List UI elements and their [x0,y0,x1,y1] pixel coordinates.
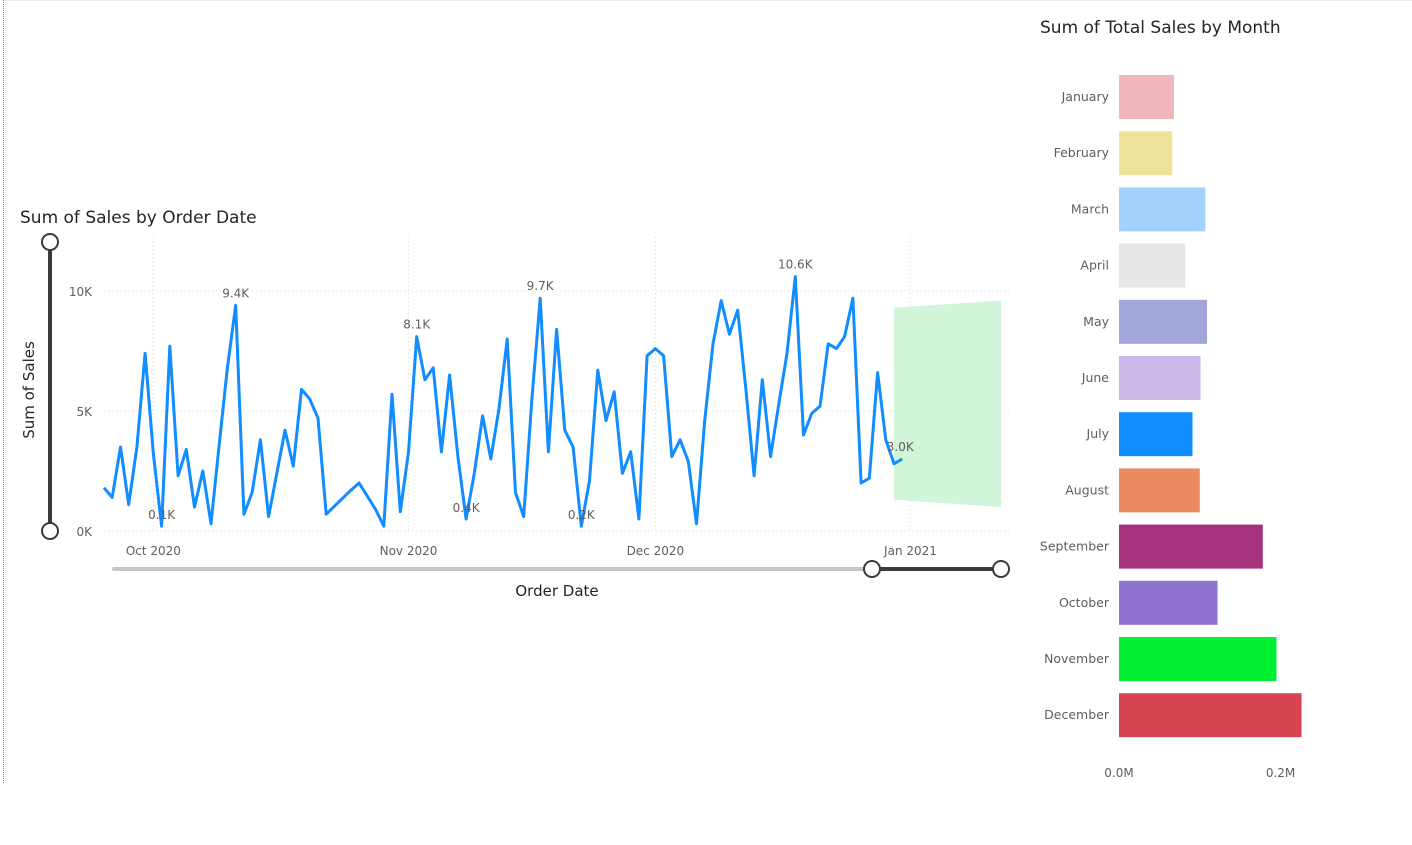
bar-row-august[interactable]: August [1065,468,1200,513]
bar-row-february[interactable]: February [1054,131,1173,176]
x-tick-label: Jan 2021 [883,544,937,558]
bar-category-label: October [1059,595,1110,610]
bar[interactable] [1119,356,1201,400]
data-label: 3.0K [887,440,915,454]
bar[interactable] [1119,187,1206,232]
bar-category-label: July [1086,426,1110,441]
bar-category-label: March [1071,201,1109,216]
bar[interactable] [1119,412,1193,457]
bar-row-november[interactable]: November [1044,637,1277,681]
data-label: 0.4K [453,501,481,515]
bar-row-june[interactable]: June [1081,356,1201,400]
bar[interactable] [1119,468,1200,513]
bar[interactable] [1119,75,1174,119]
bar-category-label: April [1080,258,1109,273]
data-label: 8.1K [403,318,431,332]
data-label: 0.1K [148,508,176,522]
bar-row-september[interactable]: September [1040,524,1263,569]
bar[interactable] [1119,580,1218,625]
x-tick-label: Dec 2020 [627,544,685,558]
bar[interactable] [1119,637,1277,681]
bar-row-january[interactable]: January [1061,75,1174,119]
bar-x-tick-label: 0.0M [1104,766,1133,780]
x-zoom-slider-left-handle[interactable] [863,560,881,578]
bar-x-tick-label: 0.2M [1266,766,1295,780]
bar[interactable] [1119,524,1263,569]
bar-chart[interactable]: January February March April May June July Augu… [1022,0,1412,783]
data-label: 9.7K [527,279,555,293]
bar-row-december[interactable]: December [1044,693,1302,738]
bar-category-label: December [1044,707,1110,722]
line-chart[interactable]: 0K 5K 10K Oct 2020 Nov 2020 Dec 2020 Jan 2021… [0,225,1030,845]
bar-row-march[interactable]: March [1071,187,1206,232]
bar[interactable] [1119,131,1173,176]
bar[interactable] [1119,299,1208,344]
bar-row-may[interactable]: May [1083,299,1208,344]
y-axis-ticks: 0K 5K 10K [69,285,93,539]
bar[interactable] [1119,243,1186,288]
data-label: 10.6K [778,258,814,272]
bar-category-label: February [1054,145,1110,160]
sales-line-series[interactable] [102,275,903,528]
bar[interactable] [1119,693,1302,738]
bar-category-label: June [1081,370,1110,385]
data-label: 0.2K [568,508,596,522]
x-tick-label: Nov 2020 [380,544,438,558]
bar-row-april[interactable]: April [1080,243,1186,288]
bar-rows: January February March April May June July Augu… [1040,75,1302,738]
bar-category-label: August [1065,482,1109,497]
y-tick-label: 10K [69,285,93,299]
bar-row-october[interactable]: October [1059,580,1218,625]
x-axis-ticks: Oct 2020 Nov 2020 Dec 2020 Jan 2021 [126,544,937,558]
y-tick-label: 5K [76,405,93,419]
bar-category-label: January [1061,89,1110,104]
y-zoom-slider-bottom-handle[interactable] [41,522,59,540]
x-tick-label: Oct 2020 [126,544,181,558]
x-axis-title: Order Date [515,582,598,600]
bar-category-label: September [1040,539,1110,554]
bar-x-axis-ticks: 0.0M 0.2M [1104,766,1295,780]
x-zoom-slider-right-handle[interactable] [992,560,1010,578]
forecast-band [894,300,1001,507]
y-tick-label: 0K [76,525,93,539]
bar-category-label: November [1044,651,1110,666]
bar-category-label: May [1083,314,1109,329]
data-label: 9.4K [222,286,250,300]
y-zoom-slider-top-handle[interactable] [41,233,59,251]
y-axis-title: Sum of Sales [20,341,38,439]
bar-row-july[interactable]: July [1086,412,1193,457]
